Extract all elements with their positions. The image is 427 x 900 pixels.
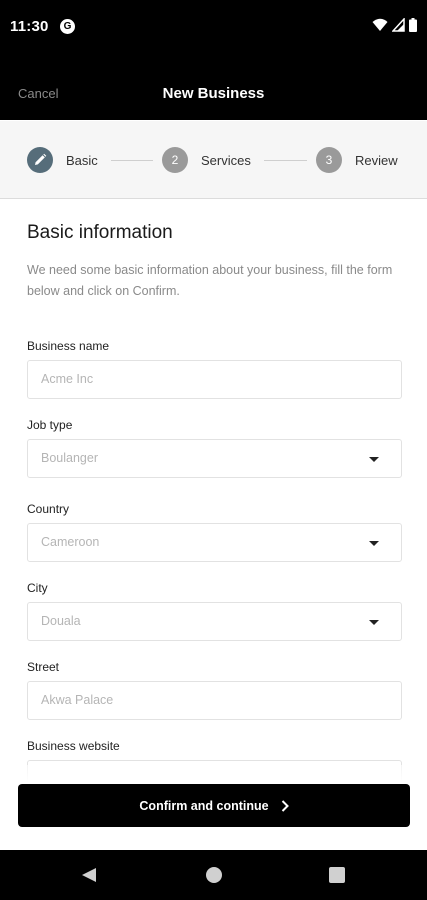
back-icon[interactable] bbox=[81, 867, 97, 883]
step-basic[interactable]: Basic bbox=[27, 147, 98, 173]
street-input[interactable]: Akwa Palace bbox=[27, 681, 402, 720]
city-label: City bbox=[27, 581, 48, 595]
app-notification-icon: G bbox=[60, 19, 75, 34]
business-website-label: Business website bbox=[27, 739, 120, 753]
dropdown-arrow-icon bbox=[369, 620, 379, 625]
recents-icon[interactable] bbox=[329, 867, 345, 883]
step-number-2: 2 bbox=[162, 147, 188, 173]
dropdown-arrow-icon bbox=[369, 457, 379, 462]
step-label-services: Services bbox=[201, 152, 251, 168]
status-bar: 11:30 G bbox=[0, 0, 427, 56]
system-nav-bar bbox=[0, 850, 427, 900]
step-divider bbox=[264, 160, 307, 161]
status-time: 11:30 bbox=[10, 18, 49, 35]
step-number-3: 3 bbox=[316, 147, 342, 173]
stepper: Basic 2 Services 3 Review bbox=[0, 121, 427, 199]
step-active-indicator bbox=[27, 147, 53, 173]
chevron-right-icon bbox=[281, 799, 289, 812]
street-label: Street bbox=[27, 660, 60, 674]
step-divider bbox=[111, 160, 153, 161]
business-name-input[interactable]: Acme Inc bbox=[27, 360, 402, 399]
section-title: Basic information bbox=[27, 222, 173, 243]
city-value: Douala bbox=[41, 614, 81, 628]
job-type-value: Boulanger bbox=[41, 451, 98, 465]
form-intro: Basic information We need some basic inf… bbox=[27, 222, 402, 302]
app-bar: Cancel New Business bbox=[0, 56, 427, 120]
confirm-button-label: Confirm and continue bbox=[139, 798, 269, 813]
business-name-placeholder: Acme Inc bbox=[41, 372, 94, 386]
step-label-review: Review bbox=[355, 152, 398, 168]
street-placeholder: Akwa Palace bbox=[41, 693, 114, 707]
job-type-select[interactable]: Boulanger bbox=[27, 439, 402, 478]
wifi-icon bbox=[372, 18, 388, 31]
home-icon[interactable] bbox=[206, 867, 222, 883]
page-title: New Business bbox=[162, 85, 265, 102]
business-name-label: Business name bbox=[27, 339, 110, 353]
country-value: Cameroon bbox=[41, 535, 100, 549]
battery-icon bbox=[409, 18, 417, 32]
signal-icon bbox=[392, 18, 405, 32]
country-label: Country bbox=[27, 502, 70, 516]
step-services[interactable]: 2 Services bbox=[162, 147, 251, 173]
job-type-label: Job type bbox=[27, 418, 73, 432]
pencil-icon bbox=[35, 153, 47, 165]
city-select[interactable]: Douala bbox=[27, 602, 402, 641]
step-review[interactable]: 3 Review bbox=[316, 147, 398, 173]
section-description: We need some basic information about you… bbox=[27, 263, 393, 298]
country-select[interactable]: Cameroon bbox=[27, 523, 402, 562]
status-icons bbox=[372, 18, 417, 32]
confirm-and-continue-button[interactable]: Confirm and continue bbox=[18, 784, 410, 827]
step-label-basic: Basic bbox=[66, 152, 98, 168]
dropdown-arrow-icon bbox=[369, 541, 379, 546]
